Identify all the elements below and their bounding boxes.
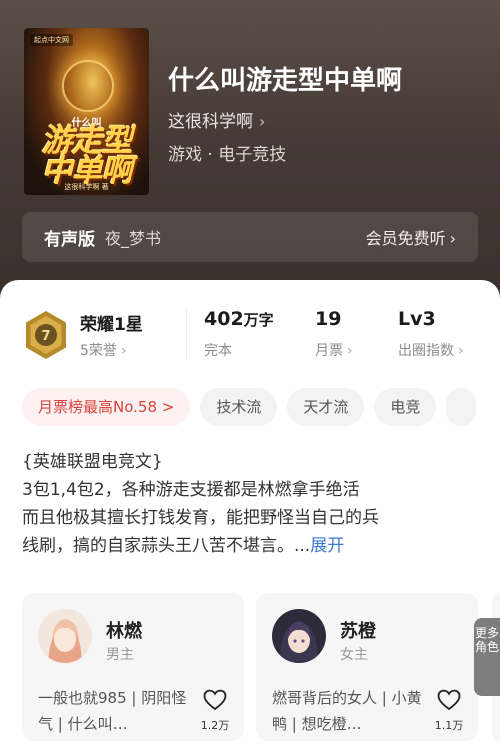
honor-badge-icon: 7: [26, 311, 66, 359]
cover-halo-icon: [62, 60, 114, 112]
tag-list: 月票榜最高No.58 > 技术流 天才流 电竞: [22, 388, 500, 428]
monthly-tickets-label: 月票: [315, 343, 343, 359]
character-avatar-image: [38, 609, 92, 663]
book-cover[interactable]: 起点中文网 什么叫 游走型 中单啊 这很科学啊 著: [24, 28, 149, 195]
character-description: 一般也就985 | 阴阳怪气 | 什么叫…: [38, 689, 187, 733]
chevron-right-icon: ›: [120, 343, 127, 359]
description-line: 线刷，搞的自家蒜头王八苦不堪言。...展开: [22, 532, 482, 560]
word-count-value: 402: [204, 308, 244, 330]
chevron-right-icon: ›: [347, 343, 353, 359]
audio-narrator: 夜_梦书: [105, 229, 162, 248]
tag-monthly-rank[interactable]: 月票榜最高No.58 >: [22, 388, 191, 426]
like-count: 1.1万: [434, 719, 464, 732]
character-name: 林燃: [106, 621, 142, 642]
description-line: 而且他极其擅长打钱发育，能把野怪当自己的兵: [22, 508, 379, 528]
character-name: 苏橙: [340, 621, 376, 642]
audio-version-bar[interactable]: 有声版 夜_梦书 会员免费听 ›: [22, 212, 478, 262]
character-description: 燃哥背后的女人 | 小黄鸭 | 想吃橙…: [272, 689, 422, 733]
author-name: 这很科学啊: [168, 112, 253, 132]
stats-divider: [186, 308, 187, 360]
character-avatar-image: [272, 609, 326, 663]
popularity-level-value: Lv3: [398, 308, 436, 330]
character-role: 男主: [106, 647, 134, 663]
word-count: 402万字: [204, 308, 274, 330]
book-title: 什么叫游走型中单啊: [168, 66, 403, 96]
author-link[interactable]: 这很科学啊 ›: [168, 107, 265, 132]
avatar: [272, 609, 326, 663]
honor-count: 5荣誉: [80, 343, 117, 359]
like-count: 1.2万: [200, 719, 230, 732]
monthly-tickets-link[interactable]: 月票 ›: [315, 340, 353, 360]
expand-description-button[interactable]: 展开: [310, 536, 344, 556]
honor-count-link[interactable]: 5荣誉 ›: [80, 340, 127, 360]
chevron-right-icon: ›: [458, 343, 464, 359]
chevron-right-icon: ›: [259, 112, 266, 131]
popularity-index-label: 出圈指数: [398, 343, 454, 359]
popularity-index-link[interactable]: 出圈指数 ›: [398, 340, 464, 360]
book-description[interactable]: {英雄联盟电竞文} 3包1,4包2，各种游走支援都是林燃拿手绝活 而且他极其擅长…: [22, 448, 482, 560]
cover-author: 这很科学啊 著: [64, 183, 109, 191]
completion-status: 完本: [204, 343, 232, 359]
avatar: [38, 609, 92, 663]
tag-item-partial[interactable]: [446, 388, 477, 426]
audio-label: 有声版: [44, 229, 95, 250]
character-card[interactable]: 苏橙 女主 燃哥背后的女人 | 小黄鸭 | 想吃橙… 1.1万: [256, 593, 478, 741]
word-count-unit: 万字: [243, 311, 274, 329]
tag-item[interactable]: 天才流: [287, 388, 365, 426]
like-button[interactable]: 1.2万: [200, 689, 230, 733]
tag-item[interactable]: 技术流: [200, 388, 278, 426]
character-card[interactable]: 林燃 男主 一般也就985 | 阴阳怪气 | 什么叫… 1.2万: [22, 593, 244, 741]
honor-badge-number: 7: [41, 329, 50, 344]
character-role: 女主: [340, 647, 368, 663]
stats-row: 7 荣耀1星 5荣誉 › 402万字 完本 19 月票 › Lv3 出圈指数 ›: [0, 302, 500, 372]
heart-icon: [203, 689, 227, 711]
description-line: {英雄联盟电竞文}: [22, 452, 163, 472]
chevron-right-icon: ›: [449, 229, 456, 248]
member-free-listen-label: 会员免费听: [365, 229, 446, 248]
honor-level: 荣耀1星: [80, 315, 143, 335]
description-line-text: 线刷，搞的自家蒜头王八苦不堪言。...: [22, 536, 311, 556]
like-button[interactable]: 1.1万: [434, 689, 464, 733]
monthly-tickets-value: 19: [315, 308, 342, 330]
book-info-sheet: 7 荣耀1星 5荣誉 › 402万字 完本 19 月票 › Lv3 出圈指数 › 月票…: [0, 280, 500, 752]
member-free-listen-button[interactable]: 会员免费听 ›: [366, 225, 456, 249]
tag-item[interactable]: 电竞: [374, 388, 437, 426]
book-category: 游戏 · 电子竞技: [168, 145, 287, 165]
more-characters-button[interactable]: 更多角色: [474, 618, 500, 696]
cover-publisher: 起点中文网: [30, 34, 73, 46]
heart-icon: [437, 689, 461, 711]
cover-title-main: 游走型 中单啊: [41, 123, 133, 189]
description-line: 3包1,4包2，各种游走支援都是林燃拿手绝活: [22, 480, 360, 500]
